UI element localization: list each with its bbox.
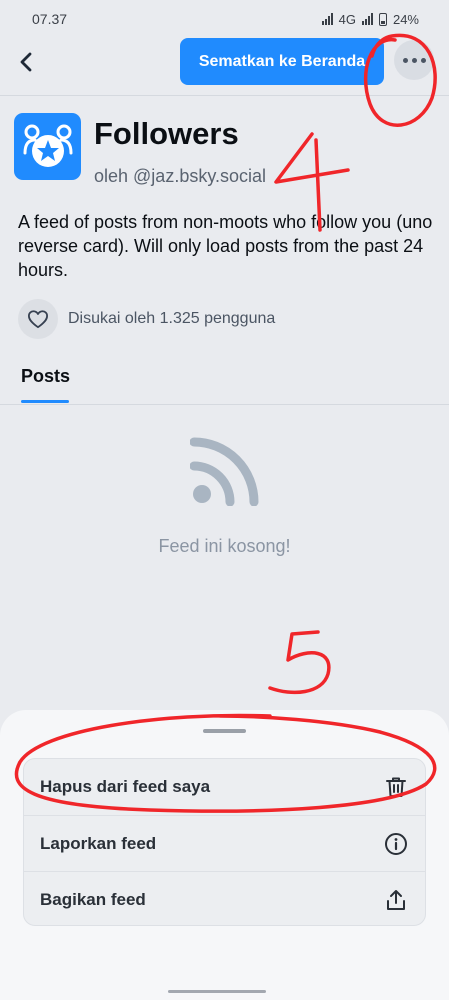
tab-indicator xyxy=(21,400,69,403)
menu-item-report-feed[interactable]: Laporkan feed xyxy=(24,815,425,871)
feed-avatar xyxy=(14,113,81,180)
tab-bar: Posts xyxy=(0,354,449,405)
menu-item-share-feed[interactable]: Bagikan feed xyxy=(24,871,425,925)
feed-title: Followers xyxy=(94,116,239,151)
header: Sematkan ke Beranda xyxy=(0,38,449,96)
signal-icon-2 xyxy=(361,13,373,25)
pin-to-home-button[interactable]: Sematkan ke Beranda xyxy=(180,38,384,85)
bottom-sheet: Hapus dari feed saya Laporkan feed Bagik… xyxy=(0,710,449,1000)
rss-feed-icon xyxy=(190,437,259,506)
signal-icon xyxy=(321,13,333,25)
like-button[interactable] xyxy=(18,299,58,339)
menu-item-label: Bagikan feed xyxy=(40,889,146,909)
status-icons: 4G 24% xyxy=(321,11,419,27)
battery-icon xyxy=(378,12,387,26)
feed-author-link[interactable]: oleh @jaz.bsky.social xyxy=(94,166,266,187)
feed-options-menu: Hapus dari feed saya Laporkan feed Bagik… xyxy=(23,758,426,926)
feed-logo-icon xyxy=(23,124,72,167)
menu-item-remove-feed[interactable]: Hapus dari feed saya xyxy=(24,759,425,815)
trash-icon xyxy=(383,774,409,800)
back-button[interactable] xyxy=(12,48,40,76)
dot-icon xyxy=(420,57,426,63)
empty-feed-message: Feed ini kosong! xyxy=(158,536,291,556)
battery-level: 24% xyxy=(392,11,419,27)
status-bar: 07.37 4G 24% xyxy=(0,0,449,38)
share-icon xyxy=(383,887,409,913)
menu-item-label: Laporkan feed xyxy=(40,833,157,853)
info-icon xyxy=(383,831,409,857)
more-options-button[interactable] xyxy=(394,40,434,80)
feed-description: A feed of posts from non-moots who follo… xyxy=(18,212,433,280)
tab-posts[interactable]: Posts xyxy=(21,366,70,387)
home-indicator xyxy=(168,990,266,993)
dot-icon xyxy=(411,57,417,63)
sheet-drag-handle[interactable] xyxy=(203,729,246,733)
likes-count-text[interactable]: Disukai oleh 1.325 pengguna xyxy=(68,310,275,328)
chevron-left-icon xyxy=(20,52,32,72)
annotation-number-5 xyxy=(268,630,331,695)
status-time: 07.37 xyxy=(32,11,68,27)
menu-item-label: Hapus dari feed saya xyxy=(40,777,211,796)
network-type: 4G xyxy=(338,11,356,27)
dot-icon xyxy=(402,57,408,63)
heart-icon xyxy=(27,310,48,329)
